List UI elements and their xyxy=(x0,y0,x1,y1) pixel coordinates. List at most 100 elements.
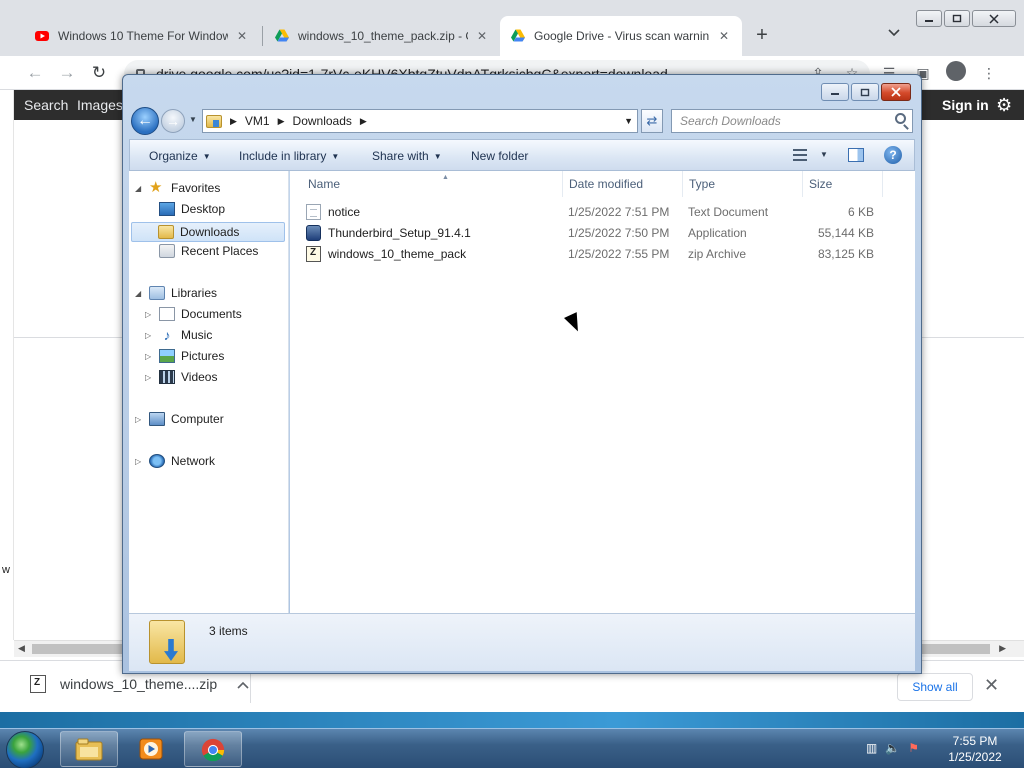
organize-menu[interactable]: Organize ▼ xyxy=(149,149,211,163)
breadcrumb-chevron-icon[interactable]: ▶ xyxy=(278,116,285,127)
libraries-icon xyxy=(149,286,165,300)
star-icon: ★ xyxy=(149,179,163,196)
nav-favorites[interactable]: ◢ ★ Favorites xyxy=(135,179,221,196)
file-date: 1/25/2022 7:55 PM xyxy=(568,247,670,261)
breadcrumb-chevron-icon[interactable]: ▶ xyxy=(230,116,237,127)
expand-triangle-icon[interactable]: ▷ xyxy=(145,331,155,340)
tab-youtube[interactable]: Windows 10 Theme For Windows ✕ xyxy=(24,16,260,56)
breadcrumb-downloads[interactable]: Downloads xyxy=(293,114,352,128)
browser-window-controls xyxy=(916,10,1016,27)
details-pane: 3 items xyxy=(129,613,915,671)
nav-label: Music xyxy=(181,328,213,342)
address-dropdown-icon[interactable]: ▼ xyxy=(624,116,633,126)
minimize-icon[interactable] xyxy=(916,10,942,27)
action-center-flag-icon[interactable]: ⚑ xyxy=(908,741,919,755)
sign-in-link[interactable]: Sign in xyxy=(942,97,989,113)
column-header-date-modified[interactable]: Date modified xyxy=(563,171,683,197)
download-filename: windows_10_theme....zip xyxy=(60,676,218,692)
tab-search-chevron-icon[interactable] xyxy=(884,26,904,46)
gear-icon[interactable]: ⚙ xyxy=(996,95,1012,116)
nav-videos[interactable]: ▷ Videos xyxy=(145,370,217,384)
minimize-icon[interactable] xyxy=(821,83,849,101)
scroll-left-icon[interactable]: ◀ xyxy=(18,643,25,654)
breadcrumb-chevron-icon[interactable]: ▶ xyxy=(360,116,367,127)
nav-recent-places[interactable]: Recent Places xyxy=(159,244,258,258)
start-button[interactable] xyxy=(6,731,44,768)
file-row[interactable]: Thunderbird_Setup_91.4.1 1/25/2022 7:50 … xyxy=(290,223,890,244)
refresh-icon[interactable]: ⇄ xyxy=(641,109,663,133)
volume-icon[interactable]: 🔈 xyxy=(885,741,900,755)
column-header-type[interactable]: Type xyxy=(683,171,803,197)
taskbar-chrome-button[interactable] xyxy=(184,731,242,767)
show-all-button[interactable]: Show all xyxy=(897,673,973,701)
expand-triangle-icon[interactable]: ▷ xyxy=(145,352,155,361)
chevron-up-icon[interactable] xyxy=(237,676,249,692)
help-icon[interactable]: ? xyxy=(884,146,902,164)
file-row[interactable]: notice 1/25/2022 7:51 PM Text Document 6… xyxy=(290,202,890,223)
profile-avatar-icon[interactable] xyxy=(946,61,966,81)
chevron-down-icon[interactable]: ▼ xyxy=(820,150,828,159)
clock-date: 1/25/2022 xyxy=(948,750,1002,764)
scroll-right-icon[interactable]: ▶ xyxy=(999,643,1006,654)
nav-desktop[interactable]: Desktop xyxy=(159,202,225,216)
nav-label: Favorites xyxy=(171,181,221,195)
close-icon[interactable]: ✕ xyxy=(234,29,250,43)
forward-arrow-icon[interactable]: → xyxy=(161,109,185,133)
collapse-triangle-icon[interactable]: ◢ xyxy=(135,184,145,193)
nav-downloads[interactable]: Downloads xyxy=(131,222,285,242)
nav-pictures[interactable]: ▷ Pictures xyxy=(145,349,224,363)
expand-triangle-icon[interactable]: ▷ xyxy=(145,310,155,319)
taskbar-explorer-button[interactable] xyxy=(60,731,118,767)
maximize-icon[interactable] xyxy=(851,83,879,101)
share-with-menu[interactable]: Share with ▼ xyxy=(372,149,442,163)
expand-triangle-icon[interactable]: ▷ xyxy=(135,457,145,466)
new-folder-button[interactable]: New folder xyxy=(471,149,528,163)
folder-icon xyxy=(75,737,103,761)
back-arrow-icon[interactable]: ← xyxy=(131,107,159,135)
taskbar-media-player-button[interactable] xyxy=(122,731,180,767)
expand-triangle-icon[interactable]: ▷ xyxy=(135,415,145,424)
recent-pages-dropdown-icon[interactable]: ▼ xyxy=(189,115,197,124)
close-icon[interactable] xyxy=(881,83,911,101)
computer-icon xyxy=(149,412,165,426)
network-tray-icon[interactable]: ▥ xyxy=(866,741,877,755)
collapse-triangle-icon[interactable]: ◢ xyxy=(135,289,145,298)
media-player-icon xyxy=(137,737,165,761)
nav-network[interactable]: ▷ Network xyxy=(135,454,215,468)
nav-libraries[interactable]: ◢ Libraries xyxy=(135,286,217,300)
nav-documents[interactable]: ▷ Documents xyxy=(145,307,242,321)
menu-kebab-icon[interactable]: ⋮ xyxy=(980,64,998,82)
images-link[interactable]: Images xyxy=(77,97,123,113)
new-tab-button[interactable]: + xyxy=(752,25,772,46)
search-link[interactable]: Search xyxy=(24,97,68,113)
reload-icon[interactable]: ↻ xyxy=(88,62,110,84)
download-item[interactable]: windows_10_theme....zip xyxy=(30,675,249,693)
application-icon xyxy=(306,225,321,241)
preview-pane-icon[interactable] xyxy=(848,148,864,162)
address-breadcrumb-bar[interactable]: ▶ VM1 ▶ Downloads ▶ ▼ xyxy=(202,109,638,133)
column-header-name[interactable]: Name ▲ xyxy=(302,171,563,197)
nav-music[interactable]: ▷ ♪ Music xyxy=(145,328,212,342)
column-header-size[interactable]: Size xyxy=(803,171,883,197)
file-row[interactable]: windows_10_theme_pack 1/25/2022 7:55 PM … xyxy=(290,244,890,265)
close-icon[interactable]: ✕ xyxy=(474,29,490,43)
nav-label: Network xyxy=(171,454,216,468)
tab-drive-zip[interactable]: windows_10_theme_pack.zip - Go ✕ xyxy=(264,16,500,56)
tab-drive-virus-scan[interactable]: Google Drive - Virus scan warnin ✕ xyxy=(500,16,742,56)
system-clock[interactable]: 7:55 PM 1/25/2022 xyxy=(940,733,1010,765)
command-bar: Organize ▼ Include in library ▼ Share with… xyxy=(129,139,915,171)
expand-triangle-icon[interactable]: ▷ xyxy=(145,373,155,382)
close-icon[interactable]: ✕ xyxy=(716,29,732,43)
restore-icon[interactable] xyxy=(944,10,970,27)
chevron-down-icon: ▼ xyxy=(433,152,442,161)
back-arrow-icon[interactable]: ← xyxy=(24,62,46,84)
close-icon[interactable] xyxy=(972,10,1016,27)
forward-arrow-icon[interactable]: → xyxy=(56,62,78,84)
nav-computer[interactable]: ▷ Computer xyxy=(135,412,224,426)
tab-title: Windows 10 Theme For Windows xyxy=(58,29,228,43)
include-in-library-menu[interactable]: Include in library ▼ xyxy=(239,149,339,163)
search-input[interactable]: Search Downloads xyxy=(671,109,913,133)
breadcrumb-vm1[interactable]: VM1 xyxy=(245,114,270,128)
close-icon[interactable]: ✕ xyxy=(984,675,999,696)
change-view-icon[interactable] xyxy=(793,149,807,161)
